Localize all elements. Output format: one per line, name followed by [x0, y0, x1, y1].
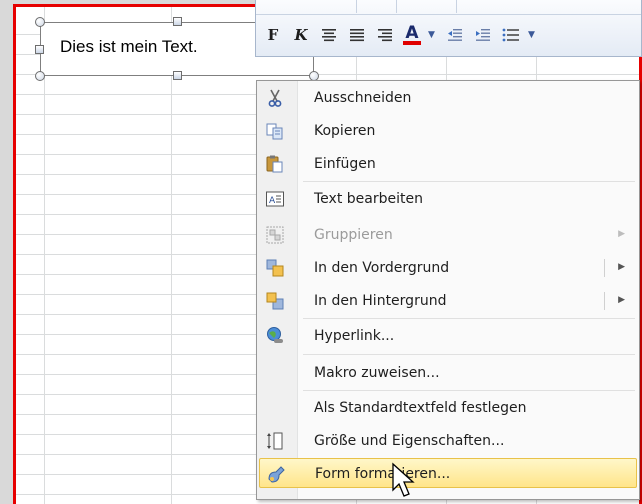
- hyperlink-icon: [267, 327, 283, 343]
- menu-separator: [303, 354, 635, 355]
- svg-text:A: A: [269, 196, 276, 206]
- align-right-icon: [378, 29, 392, 42]
- menu-item-label: Makro zuweisen...: [314, 365, 440, 381]
- bullet-list-icon: [502, 28, 519, 42]
- font-color-letter: A: [405, 23, 419, 43]
- group-icon: [266, 226, 284, 244]
- bullets-dropdown-icon[interactable]: ▼: [528, 30, 538, 40]
- bullets-button[interactable]: [500, 24, 522, 46]
- mini-toolbar: F K A ▼ ▼: [255, 0, 642, 57]
- mouse-pointer-icon: [392, 462, 415, 497]
- resize-handle-bottom-left[interactable]: [35, 71, 45, 81]
- menu-item-label: In den Vordergrund: [314, 260, 450, 276]
- menu-item-copy[interactable]: Kopieren: [259, 116, 637, 146]
- font-grow-shrink[interactable]: [396, 0, 457, 13]
- paste-icon: [266, 155, 283, 173]
- align-justify-button[interactable]: [346, 24, 368, 46]
- submenu-arrow-icon[interactable]: ▶: [618, 262, 625, 272]
- increase-indent-icon: [476, 29, 490, 41]
- menu-item-group[interactable]: Gruppieren ▶: [259, 220, 637, 250]
- decrease-indent-icon: [448, 29, 462, 41]
- menu-item-label: Hyperlink...: [314, 328, 395, 344]
- font-name-box[interactable]: [256, 0, 357, 13]
- font-color-button[interactable]: A: [402, 24, 422, 46]
- text-box-content[interactable]: Dies ist mein Text.: [60, 37, 198, 57]
- menu-item-label: Größe und Eigenschaften...: [314, 433, 505, 449]
- align-right-button[interactable]: [374, 24, 396, 46]
- menu-item-assign-macro[interactable]: Makro zuweisen...: [259, 358, 637, 388]
- menu-item-label: Text bearbeiten: [314, 191, 423, 207]
- menu-item-size-properties[interactable]: Größe und Eigenschaften...: [259, 426, 637, 456]
- increase-indent-button[interactable]: [472, 24, 494, 46]
- send-to-back-icon: [266, 292, 284, 310]
- menu-item-label: In den Hintergrund: [314, 293, 447, 309]
- size-properties-icon: [267, 432, 283, 450]
- submenu-divider: [604, 259, 605, 277]
- menu-item-cut[interactable]: Ausschneiden: [259, 83, 637, 113]
- edit-text-icon: A: [266, 191, 284, 207]
- resize-handle-left[interactable]: [35, 45, 44, 54]
- menu-item-hyperlink[interactable]: Hyperlink...: [259, 321, 637, 351]
- menu-item-label: Form formatieren...: [315, 466, 451, 482]
- scissors-icon: [268, 89, 282, 107]
- resize-handle-top-left[interactable]: [35, 17, 45, 27]
- menu-item-label: Als Standardtextfeld festlegen: [314, 400, 527, 416]
- bold-button[interactable]: F: [262, 24, 284, 46]
- resize-handle-top[interactable]: [173, 17, 182, 26]
- mini-toolbar-font-row: [256, 0, 641, 15]
- menu-separator: [303, 181, 635, 182]
- submenu-arrow-icon: ▶: [618, 229, 625, 239]
- menu-item-label: Einfügen: [314, 156, 376, 172]
- decrease-indent-button[interactable]: [444, 24, 466, 46]
- align-center-icon: [322, 29, 336, 42]
- context-menu: Ausschneiden Kopieren Einfügen A Text be…: [256, 80, 640, 500]
- submenu-divider: [604, 292, 605, 310]
- menu-item-format-shape[interactable]: Form formatieren...: [259, 458, 637, 488]
- font-color-dropdown-icon[interactable]: ▼: [428, 30, 438, 40]
- menu-item-send-to-back[interactable]: In den Hintergrund ▶: [259, 286, 637, 316]
- menu-item-label: Kopieren: [314, 123, 376, 139]
- bring-to-front-icon: [266, 259, 284, 277]
- align-center-button[interactable]: [318, 24, 340, 46]
- align-justify-icon: [350, 29, 364, 42]
- italic-button[interactable]: K: [290, 24, 312, 46]
- mini-toolbar-format-row: F K A ▼ ▼: [262, 20, 538, 50]
- menu-item-label: Ausschneiden: [314, 90, 412, 106]
- format-shape-icon: [268, 466, 285, 483]
- menu-item-label: Gruppieren: [314, 227, 393, 243]
- menu-separator: [303, 318, 635, 319]
- resize-handle-bottom[interactable]: [173, 71, 182, 80]
- submenu-arrow-icon[interactable]: ▶: [618, 295, 625, 305]
- font-size-box[interactable]: [356, 0, 397, 13]
- menu-item-edit-text[interactable]: A Text bearbeiten: [259, 184, 637, 214]
- menu-item-set-default-textbox[interactable]: Als Standardtextfeld festlegen: [259, 393, 637, 423]
- menu-separator: [303, 390, 635, 391]
- menu-item-bring-to-front[interactable]: In den Vordergrund ▶: [259, 253, 637, 283]
- menu-item-paste[interactable]: Einfügen: [259, 149, 637, 179]
- font-color-swatch: [403, 41, 421, 45]
- copy-icon: [266, 123, 283, 140]
